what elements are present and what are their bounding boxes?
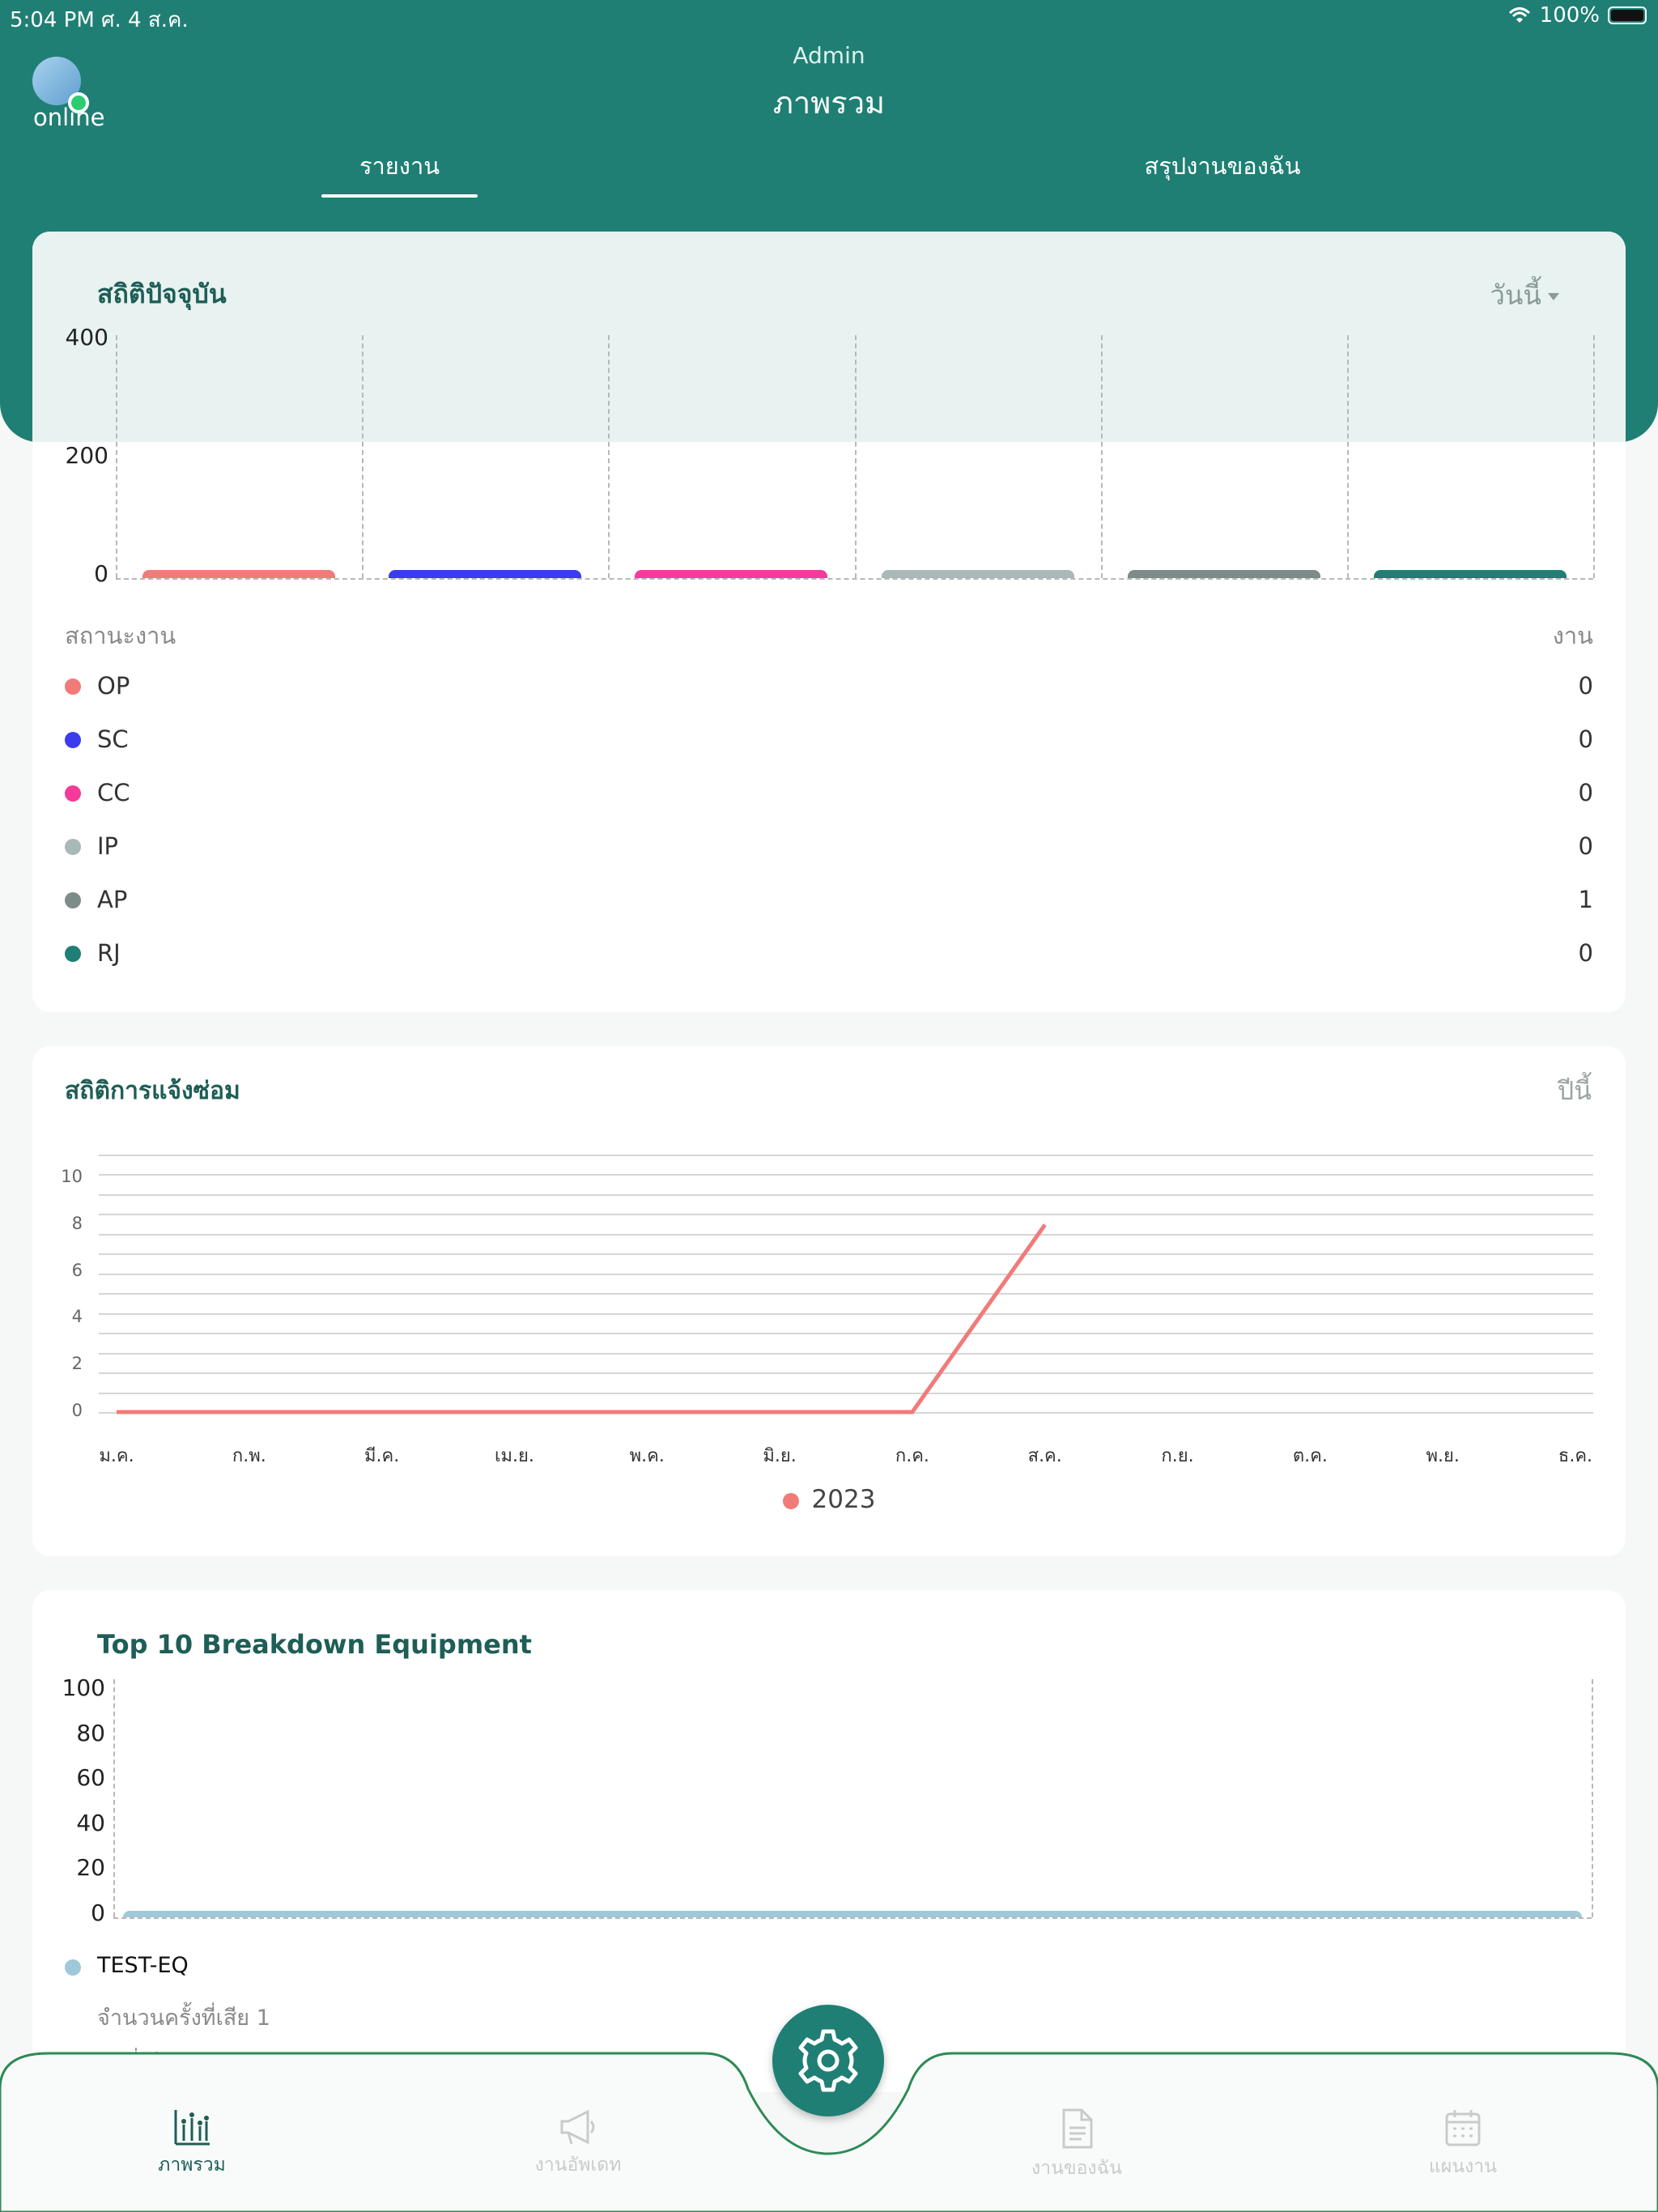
repair-stats-card: สถิติการแจ้งซ่อม ปีนี้ 10 8 6 4 2 0 ม.ค. ก.พ. มี… <box>32 1046 1626 1556</box>
nav-label-plan: แผนงาน <box>1429 2156 1497 2177</box>
y-tick-label: 80 <box>76 1719 105 1746</box>
chart-baseline <box>116 578 1593 580</box>
legend-label: IP <box>97 832 119 860</box>
tab-my-summary[interactable]: สรุปงานของฉัน <box>1101 147 1344 185</box>
legend-dot <box>65 946 81 962</box>
gear-icon <box>798 2029 858 2092</box>
legend-value: 0 <box>1578 672 1593 700</box>
nav-item-updates[interactable]: งานอัพเดท <box>505 2108 651 2180</box>
nav-label-overview: ภาพรวม <box>158 2155 226 2176</box>
calendar-icon <box>1445 2110 1481 2146</box>
tab-active-indicator <box>321 194 478 198</box>
grid-line <box>854 335 857 578</box>
nav-item-my-jobs[interactable]: งานของฉัน <box>1004 2108 1150 2183</box>
legend-label: RJ <box>97 939 121 967</box>
legend-row-cc: CC 0 <box>65 777 1593 810</box>
grid-line <box>362 335 364 578</box>
y-tick-label: 20 <box>76 1854 105 1882</box>
breakdown-count: จำนวนครั้งที่เสีย 1 <box>97 2006 270 2031</box>
page-title: ภาพรวม <box>772 85 886 121</box>
legend-row-sc: SC 0 <box>65 724 1593 756</box>
series-legend: 2023 <box>32 1485 1626 1514</box>
series-color-dot <box>782 1492 799 1509</box>
equipment-name: TEST-EQ <box>97 1953 189 1978</box>
battery-percent: 100% <box>1539 3 1600 28</box>
line-plot <box>117 1223 1047 1414</box>
bar-sc <box>389 570 582 578</box>
y-tick-label: 0 <box>91 1899 105 1926</box>
series-line-2023 <box>117 1223 1047 1414</box>
legend-value: 0 <box>1578 725 1593 753</box>
tab-report[interactable]: รายงาน <box>321 147 478 185</box>
top10-title: Top 10 Breakdown Equipment <box>97 1629 532 1660</box>
status-bar: 5:04 PM ศ. 4 ส.ค. 100% <box>0 0 1658 32</box>
legend-row-op: OP 0 <box>65 670 1593 703</box>
nav-label-updates: งานอัพเดท <box>534 2155 622 2176</box>
bar-cc <box>635 570 828 578</box>
y-tick-label: 0 <box>94 560 108 587</box>
legend-value: 1 <box>1578 886 1593 913</box>
caret-down-icon <box>1548 293 1559 300</box>
legend-label: OP <box>97 672 130 700</box>
legend-row-rj: RJ 0 <box>65 938 1593 970</box>
series-name: 2023 <box>811 1485 876 1514</box>
current-stats-title: สถิติปัจจุบัน <box>97 279 227 309</box>
legend-label: CC <box>97 779 130 806</box>
status-right: 100% <box>1507 3 1647 28</box>
grid-line <box>1100 335 1103 578</box>
user-role: Admin <box>793 42 865 69</box>
y-tick-label: 200 <box>65 442 108 469</box>
legend-value: 0 <box>1578 779 1593 806</box>
legend-status-header: สถานะงาน <box>65 622 176 649</box>
legend-dot <box>65 732 81 748</box>
wifi-icon <box>1508 7 1530 23</box>
megaphone-icon <box>560 2109 595 2145</box>
bar-test-eq <box>123 1911 1582 1917</box>
legend-dot <box>65 678 81 695</box>
current-stats-card-header <box>32 232 1626 442</box>
bar-ip <box>881 570 1074 578</box>
y-tick-label: 400 <box>65 324 108 351</box>
grid-line <box>113 1679 115 1917</box>
bar-ap <box>1127 570 1320 578</box>
bar-rj <box>1373 570 1567 578</box>
bar-chart-icon <box>174 2110 210 2146</box>
nav-item-overview[interactable]: ภาพรวม <box>119 2108 265 2180</box>
legend-dot <box>65 785 81 802</box>
status-time: 5:04 PM ศ. 4 ส.ค. <box>10 8 189 32</box>
legend-count-header: งาน <box>1552 622 1593 649</box>
battery-icon <box>1608 6 1647 24</box>
y-tick-label: 40 <box>76 1809 105 1836</box>
y-tick-label: 100 <box>62 1674 105 1701</box>
nav-label-my-jobs: งานของฉัน <box>1031 2158 1123 2179</box>
grid-line <box>116 335 117 578</box>
period-dropdown-label: วันนี้ <box>1490 279 1541 311</box>
grid-line <box>1346 335 1349 578</box>
legend-dot <box>65 839 81 855</box>
equipment-color-dot <box>65 1959 81 1976</box>
legend-label: AP <box>97 886 128 913</box>
period-dropdown[interactable]: วันนี้ <box>1490 274 1559 317</box>
settings-button[interactable] <box>772 2005 884 2116</box>
y-tick-label: 60 <box>76 1764 105 1792</box>
legend-value: 0 <box>1578 939 1593 967</box>
chart-baseline <box>113 1917 1592 1919</box>
grid-line <box>1592 1679 1593 1917</box>
legend-row-ip: IP 0 <box>65 831 1593 863</box>
grid-line <box>608 335 610 578</box>
legend-label: SC <box>97 725 129 753</box>
bar-op <box>142 570 336 578</box>
nav-item-plan[interactable]: แผนงาน <box>1390 2108 1536 2181</box>
legend-value: 0 <box>1578 832 1593 860</box>
legend-row-ap: AP 1 <box>65 884 1593 917</box>
grid-line <box>1593 335 1595 578</box>
document-icon <box>1062 2108 1093 2149</box>
legend-dot <box>65 892 81 908</box>
current-stats-card: สถิติปัจจุบัน วันนี้ 400 200 0 สถานะงาน งา… <box>32 232 1626 1012</box>
